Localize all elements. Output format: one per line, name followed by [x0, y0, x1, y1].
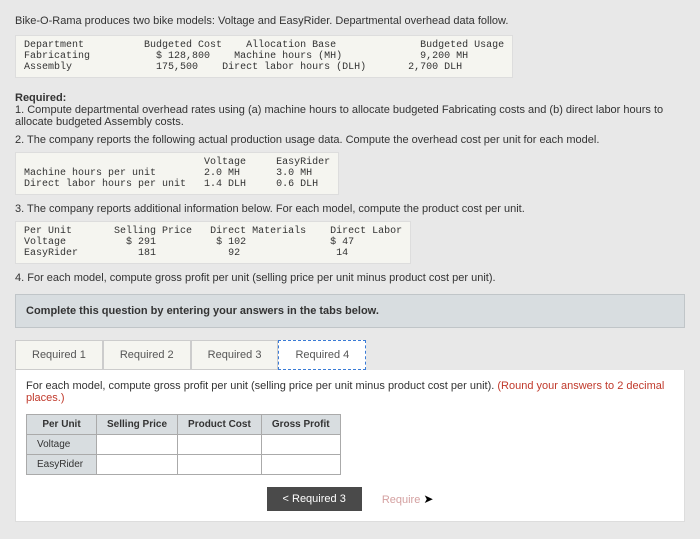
- instruction-bar: Complete this question by entering your …: [15, 294, 685, 328]
- easyrider-product-cost-input[interactable]: [178, 455, 262, 475]
- col-per-unit: Per Unit: [27, 415, 97, 435]
- usage-data-table: Voltage EasyRider Machine hours per unit…: [15, 152, 339, 195]
- easyrider-gross-profit-input[interactable]: [261, 455, 340, 475]
- nav-row: < Required 3 Require ➤: [26, 487, 674, 511]
- prev-button[interactable]: < Required 3: [267, 487, 362, 511]
- voltage-product-cost-input[interactable]: [178, 435, 262, 455]
- voltage-selling-price-input[interactable]: [97, 435, 178, 455]
- required-heading: Required:: [15, 92, 685, 104]
- row-voltage-label: Voltage: [27, 435, 97, 455]
- table-row: EasyRider: [27, 455, 341, 475]
- intro-text: Bike-O-Rama produces two bike models: Vo…: [15, 15, 685, 27]
- tab-required-3[interactable]: Required 3: [191, 340, 279, 370]
- tab-required-2[interactable]: Required 2: [103, 340, 191, 370]
- answer-table: Per Unit Selling Price Product Cost Gros…: [26, 414, 341, 475]
- col-selling-price: Selling Price: [97, 415, 178, 435]
- voltage-gross-profit-input[interactable]: [261, 435, 340, 455]
- easyrider-selling-price-input[interactable]: [97, 455, 178, 475]
- tab-content: For each model, compute gross profit per…: [15, 370, 685, 522]
- col-product-cost: Product Cost: [178, 415, 262, 435]
- table-row: Voltage: [27, 435, 341, 455]
- tab-required-4[interactable]: Required 4: [278, 340, 366, 370]
- col-gross-profit: Gross Profit: [261, 415, 340, 435]
- next-placeholder: Require ➤: [382, 492, 434, 506]
- row-easyrider-label: EasyRider: [27, 455, 97, 475]
- overhead-data-table: Department Budgeted Cost Allocation Base…: [15, 35, 513, 78]
- requirement-3: 3. The company reports additional inform…: [15, 203, 685, 215]
- requirement-4: 4. For each model, compute gross profit …: [15, 272, 685, 284]
- requirement-2: 2. The company reports the following act…: [15, 134, 685, 146]
- tab-instruction: For each model, compute gross profit per…: [26, 380, 674, 404]
- tabs-row: Required 1 Required 2 Required 3 Require…: [15, 340, 685, 370]
- requirement-1: 1. Compute departmental overhead rates u…: [15, 104, 685, 128]
- cursor-icon: ➤: [423, 492, 433, 506]
- cost-data-table: Per Unit Selling Price Direct Materials …: [15, 221, 411, 264]
- tab-required-1[interactable]: Required 1: [15, 340, 103, 370]
